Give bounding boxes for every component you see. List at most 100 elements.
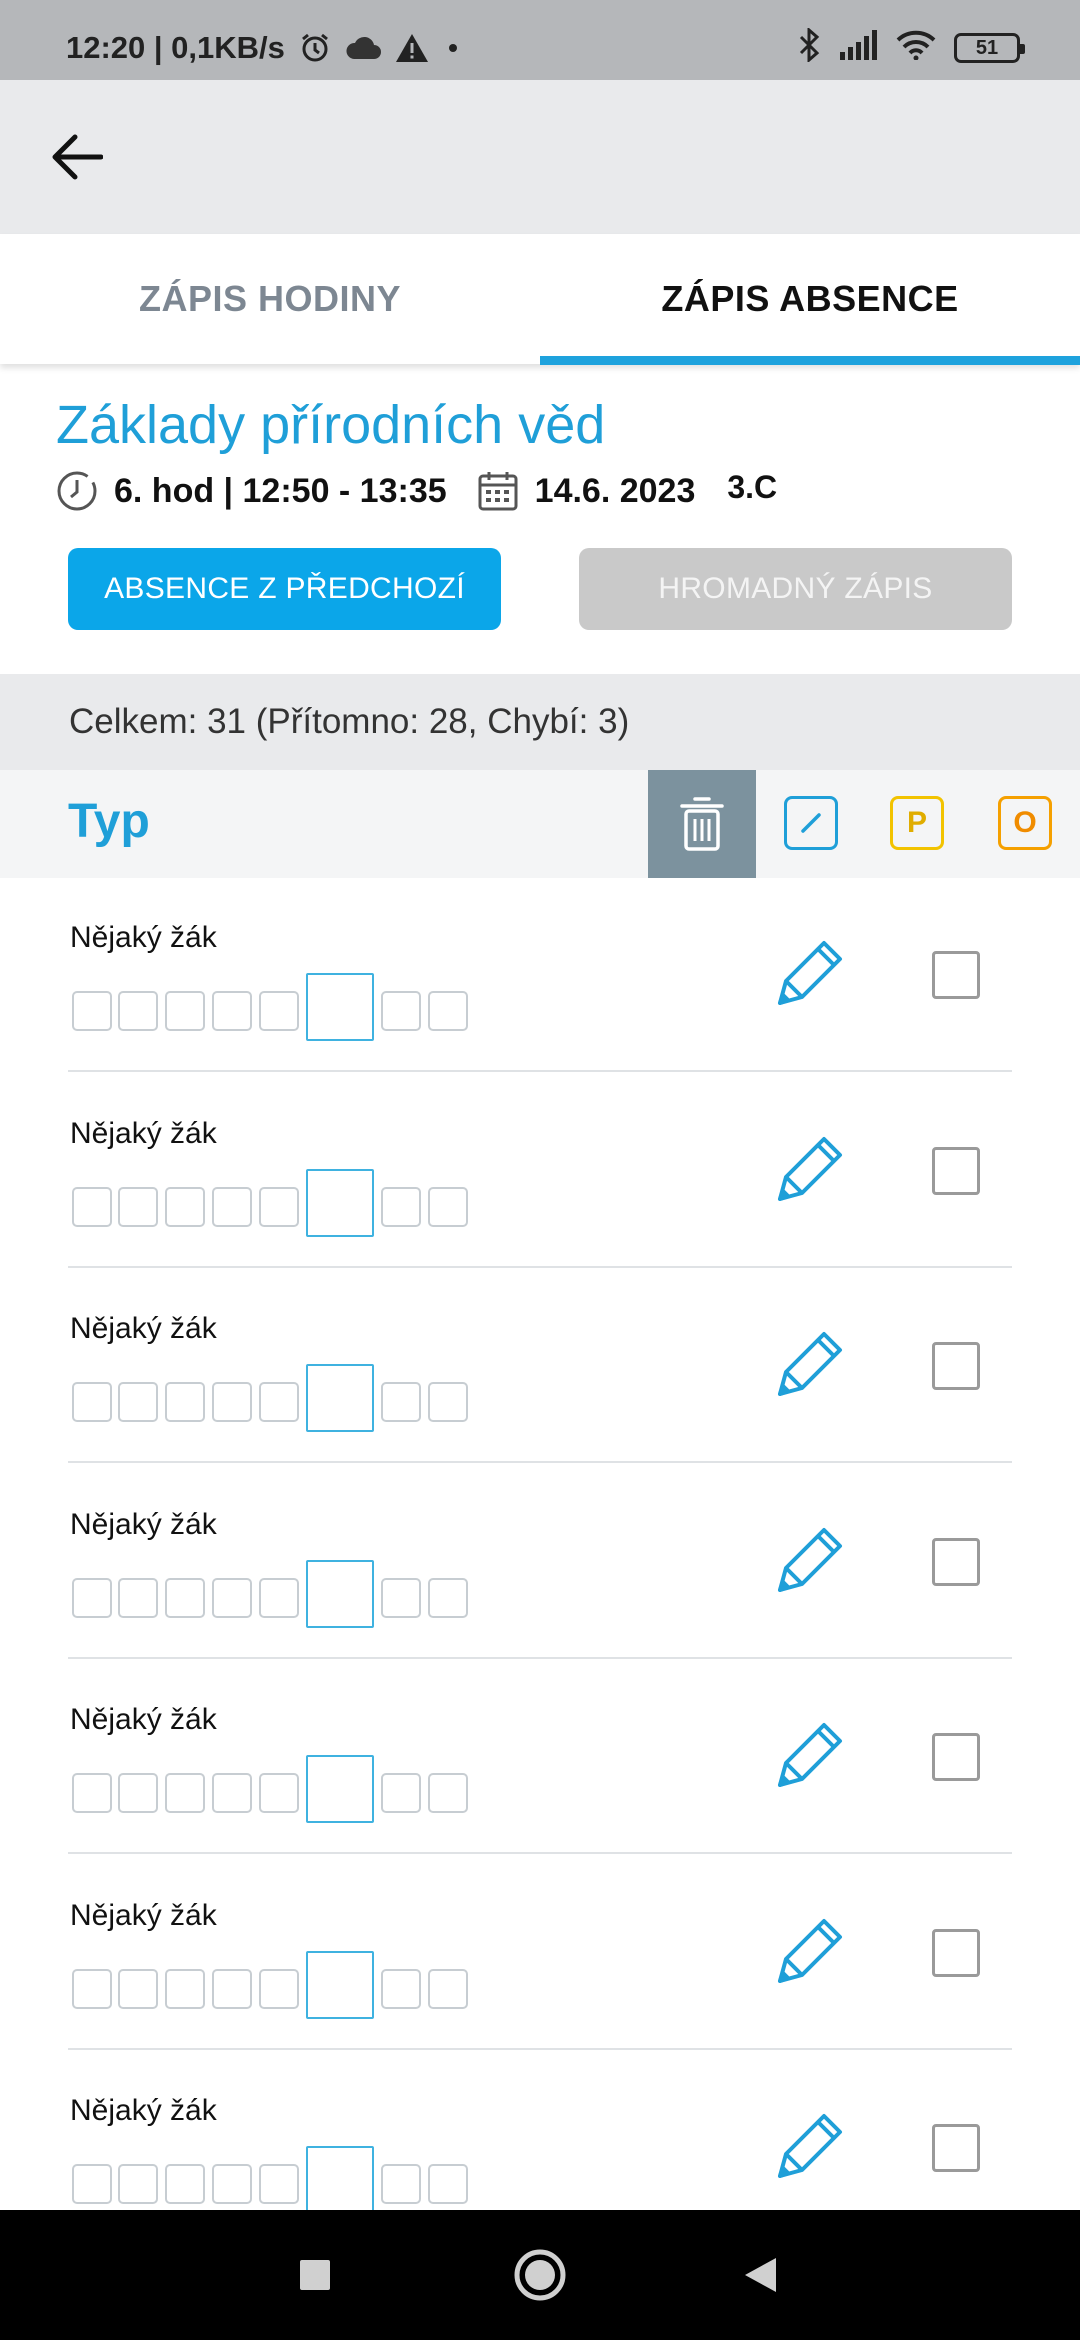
current-lesson-slot[interactable] xyxy=(306,1950,374,2019)
type-o-button[interactable]: O xyxy=(998,796,1052,850)
lesson-slot[interactable] xyxy=(212,1773,252,1813)
student-checkbox[interactable] xyxy=(932,1342,980,1390)
lesson-slot[interactable] xyxy=(259,1577,299,1618)
lesson-slot[interactable] xyxy=(72,1382,112,1422)
lesson-slot[interactable] xyxy=(165,1577,205,1618)
lesson-slot[interactable] xyxy=(212,1382,252,1422)
lesson-slot[interactable] xyxy=(259,991,299,1031)
student-row: Nějaký žák xyxy=(0,1659,1080,1854)
lesson-slot[interactable] xyxy=(428,1773,468,1813)
back-button[interactable] xyxy=(40,120,114,194)
edit-type-button[interactable] xyxy=(784,796,838,850)
lesson-slot[interactable] xyxy=(259,1773,299,1813)
lesson-slot[interactable] xyxy=(381,1382,421,1422)
lesson-slot[interactable] xyxy=(118,1773,158,1813)
student-name: Nějaký žák xyxy=(70,1703,217,1736)
pencil-icon[interactable] xyxy=(772,1125,848,1205)
student-checkbox[interactable] xyxy=(932,2124,980,2172)
lesson-slot[interactable] xyxy=(428,1968,468,2009)
lesson-slot[interactable] xyxy=(259,1186,299,1227)
lesson-slot[interactable] xyxy=(72,1968,112,2009)
lesson-slot[interactable] xyxy=(428,1382,468,1422)
lesson-slot[interactable] xyxy=(165,991,205,1031)
lesson-slot[interactable] xyxy=(381,1773,421,1813)
lesson-class: 3.C xyxy=(727,468,778,505)
student-name: Nějaký žák xyxy=(70,1312,217,1345)
pencil-icon[interactable] xyxy=(772,1907,848,1987)
app-bar xyxy=(0,80,1080,234)
current-lesson-slot[interactable] xyxy=(306,2146,374,2214)
lesson-slot[interactable] xyxy=(428,1186,468,1227)
tab-bar: ZÁPIS HODINY ZÁPIS ABSENCE xyxy=(0,234,1080,365)
lesson-slot[interactable] xyxy=(259,1968,299,2009)
warning-icon xyxy=(395,33,429,63)
lesson-slot[interactable] xyxy=(118,1577,158,1618)
lesson-slot[interactable] xyxy=(165,1773,205,1813)
lesson-slot[interactable] xyxy=(381,2164,421,2204)
lesson-slot[interactable] xyxy=(212,1968,252,2009)
type-p-button[interactable]: P xyxy=(890,796,944,850)
status-time: 12:20 | 0,1KB/s xyxy=(66,30,285,65)
lesson-slot[interactable] xyxy=(118,2164,158,2204)
lesson-slot[interactable] xyxy=(72,2164,112,2204)
pencil-icon[interactable] xyxy=(772,1516,848,1596)
current-lesson-slot[interactable] xyxy=(306,1755,374,1823)
bluetooth-icon xyxy=(798,26,820,67)
student-checkbox[interactable] xyxy=(932,1733,980,1781)
lesson-slot[interactable] xyxy=(165,1968,205,2009)
lesson-slot[interactable] xyxy=(165,2164,205,2204)
pencil-icon[interactable] xyxy=(772,2102,848,2182)
lesson-slot[interactable] xyxy=(259,1382,299,1422)
lesson-slot[interactable] xyxy=(212,2164,252,2204)
wifi-icon xyxy=(896,30,936,65)
current-lesson-slot[interactable] xyxy=(306,973,374,1041)
lesson-slot[interactable] xyxy=(259,2164,299,2204)
battery-icon: 51 xyxy=(954,32,1025,63)
square-icon xyxy=(300,2260,330,2290)
lesson-slot[interactable] xyxy=(381,991,421,1031)
lesson-slot[interactable] xyxy=(428,991,468,1031)
lesson-slot[interactable] xyxy=(428,1577,468,1618)
lesson-slot[interactable] xyxy=(72,1186,112,1227)
student-checkbox[interactable] xyxy=(932,1928,980,1977)
pencil-icon[interactable] xyxy=(772,1711,848,1791)
lesson-slot[interactable] xyxy=(118,1968,158,2009)
current-lesson-slot[interactable] xyxy=(306,1559,374,1628)
recents-button[interactable] xyxy=(255,2210,375,2340)
delete-button[interactable] xyxy=(648,770,756,878)
pencil-icon[interactable] xyxy=(772,1320,848,1400)
pencil-icon[interactable] xyxy=(772,929,848,1009)
lesson-slot[interactable] xyxy=(381,1186,421,1227)
tab-lesson-entry[interactable]: ZÁPIS HODINY xyxy=(0,234,540,364)
student-row: Nějaký žák xyxy=(0,1073,1080,1268)
signal-icon xyxy=(838,30,878,65)
student-checkbox[interactable] xyxy=(932,1537,980,1586)
current-lesson-slot[interactable] xyxy=(306,1168,374,1237)
lesson-slot[interactable] xyxy=(212,991,252,1031)
lesson-slot[interactable] xyxy=(165,1382,205,1422)
student-checkbox[interactable] xyxy=(932,1146,980,1195)
absence-from-previous-button[interactable]: ABSENCE Z PŘEDCHOZÍ xyxy=(68,548,501,630)
alarm-icon xyxy=(299,32,331,64)
lesson-slot[interactable] xyxy=(381,1577,421,1618)
type-column-label: Typ xyxy=(68,795,150,848)
lesson-slot[interactable] xyxy=(212,1186,252,1227)
bulk-entry-button[interactable]: HROMADNÝ ZÁPIS xyxy=(579,548,1012,630)
lesson-slot[interactable] xyxy=(118,1186,158,1227)
lesson-slot[interactable] xyxy=(118,1382,158,1422)
lesson-slot[interactable] xyxy=(72,991,112,1031)
trash-icon xyxy=(680,797,724,851)
lesson-slot[interactable] xyxy=(72,1773,112,1813)
lesson-slot[interactable] xyxy=(72,1577,112,1618)
back-nav-button[interactable] xyxy=(700,2210,820,2340)
status-right: 51 xyxy=(798,26,1025,67)
lesson-slot[interactable] xyxy=(212,1577,252,1618)
lesson-slot[interactable] xyxy=(118,991,158,1031)
home-button[interactable] xyxy=(480,2210,600,2340)
student-checkbox[interactable] xyxy=(932,951,980,999)
lesson-slot[interactable] xyxy=(165,1186,205,1227)
tab-absence-entry[interactable]: ZÁPIS ABSENCE xyxy=(540,234,1080,364)
lesson-slot[interactable] xyxy=(381,1968,421,2009)
lesson-slot[interactable] xyxy=(428,2164,468,2204)
current-lesson-slot[interactable] xyxy=(306,1364,374,1432)
